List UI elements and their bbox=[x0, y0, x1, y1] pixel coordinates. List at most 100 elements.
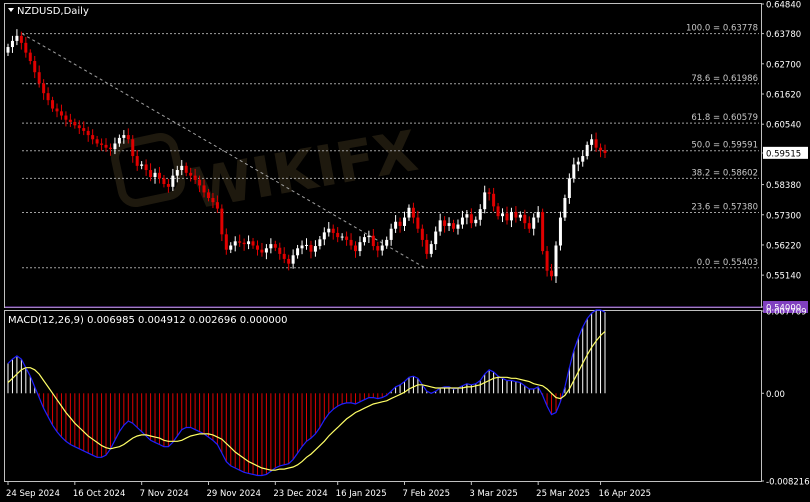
time-tick-label: 16 Oct 2024 bbox=[73, 489, 126, 499]
candle-body bbox=[51, 100, 55, 109]
watermark: WIKIFX bbox=[111, 119, 422, 223]
candle-body bbox=[465, 214, 469, 218]
candle-body bbox=[563, 197, 567, 218]
candle-body bbox=[184, 165, 188, 173]
candle-body bbox=[269, 244, 273, 249]
candle-body bbox=[104, 144, 108, 148]
time-axis: 24 Sep 2024 16 Oct 2024 7 Nov 2024 29 Nov 2… bbox=[6, 481, 651, 499]
fib-level-label: 50.0 = 0.59591 bbox=[691, 141, 758, 151]
symbol-title: NZDUSD,Daily bbox=[17, 6, 89, 17]
candle-body bbox=[340, 236, 344, 238]
candle-body bbox=[371, 235, 375, 247]
candle-body bbox=[403, 217, 407, 226]
candle-body bbox=[220, 208, 224, 235]
candle-body bbox=[576, 161, 580, 165]
candle-body bbox=[224, 234, 228, 250]
candle-body bbox=[429, 244, 433, 254]
candle-body bbox=[153, 172, 157, 178]
candle-body bbox=[358, 242, 362, 252]
macd-tick-label: 0.00 bbox=[766, 390, 785, 400]
candle-body bbox=[496, 206, 500, 217]
chart-canvas[interactable]: WIKIFX NZDUSD,Daily MACD(12,26,9) 0.0069… bbox=[0, 0, 810, 502]
candle-body bbox=[180, 165, 184, 171]
title-dropdown-icon[interactable] bbox=[8, 8, 14, 12]
candle-body bbox=[198, 179, 202, 186]
candle-body bbox=[171, 175, 175, 187]
candle-body bbox=[331, 228, 335, 233]
macd-pane-frame bbox=[4, 310, 762, 482]
candle-body bbox=[483, 192, 487, 210]
candle-body bbox=[585, 144, 589, 157]
candle-body bbox=[233, 241, 237, 246]
fib-level-label: 0.0 = 0.55403 bbox=[697, 258, 758, 268]
candle-body bbox=[305, 244, 308, 246]
candle-body bbox=[313, 246, 317, 252]
candle-body bbox=[572, 164, 576, 179]
candle-body bbox=[189, 172, 193, 176]
candle-body bbox=[581, 156, 585, 162]
candle-body bbox=[322, 232, 326, 240]
candle-body bbox=[46, 93, 50, 101]
candle-body bbox=[447, 223, 451, 226]
candle-body bbox=[594, 139, 598, 148]
candle-body bbox=[33, 61, 37, 73]
candle-body bbox=[590, 139, 594, 145]
candle-body bbox=[68, 119, 72, 122]
candle-body bbox=[24, 42, 28, 53]
candle-body bbox=[255, 245, 259, 250]
candle-body bbox=[91, 135, 95, 140]
candle-body bbox=[28, 52, 32, 62]
candle-body bbox=[407, 207, 411, 218]
candle-body bbox=[420, 228, 424, 240]
candle-body bbox=[135, 156, 139, 166]
candle-body bbox=[518, 214, 522, 218]
candle-body bbox=[6, 47, 10, 53]
candle-body bbox=[291, 255, 295, 264]
candle-body bbox=[411, 207, 415, 218]
candle-body bbox=[206, 192, 210, 198]
price-tick-label: 0.57300 bbox=[766, 211, 801, 221]
candle-body bbox=[215, 202, 219, 209]
time-tick-label: 7 Feb 2025 bbox=[403, 489, 451, 499]
candle-body bbox=[77, 125, 81, 129]
fib-level-label: 78.6 = 0.61986 bbox=[691, 74, 758, 84]
candle-body bbox=[336, 232, 340, 238]
candle-body bbox=[505, 213, 509, 221]
candle-body bbox=[550, 270, 554, 277]
candle-body bbox=[354, 245, 358, 252]
candle-body bbox=[122, 135, 126, 138]
candle-body bbox=[55, 108, 59, 112]
candle-body bbox=[474, 219, 478, 224]
candle-body bbox=[59, 111, 63, 116]
price-tick-label: 0.63780 bbox=[766, 30, 801, 40]
candle-body bbox=[603, 150, 607, 153]
price-tick-label: 0.55140 bbox=[766, 272, 801, 282]
candle-body bbox=[108, 147, 112, 150]
candle-body bbox=[478, 209, 482, 220]
candle-body bbox=[345, 236, 349, 240]
candle-body bbox=[438, 220, 442, 232]
candle-body bbox=[287, 258, 291, 264]
candle-body bbox=[296, 248, 300, 256]
candle-body bbox=[380, 245, 384, 251]
candle-body bbox=[131, 139, 135, 157]
time-tick-label: 23 Dec 2024 bbox=[273, 489, 327, 499]
candle-body bbox=[100, 143, 104, 145]
candle-body bbox=[309, 244, 313, 252]
candle-body bbox=[82, 128, 86, 131]
candle-body bbox=[162, 178, 166, 185]
candle-body bbox=[64, 115, 68, 120]
price-tick-label: 0.60540 bbox=[766, 121, 801, 131]
candle-body bbox=[117, 137, 121, 144]
candle-body bbox=[416, 217, 420, 229]
candle-body bbox=[260, 249, 264, 253]
candle-body bbox=[492, 193, 496, 207]
candle-body bbox=[318, 239, 322, 247]
candle-body bbox=[86, 130, 90, 136]
candle-body bbox=[434, 231, 438, 245]
candle-body bbox=[567, 178, 571, 198]
candle-body bbox=[376, 246, 380, 251]
time-tick-label: 7 Nov 2024 bbox=[140, 489, 189, 499]
time-tick-label: 24 Sep 2024 bbox=[6, 489, 60, 499]
candle-body bbox=[242, 242, 246, 245]
